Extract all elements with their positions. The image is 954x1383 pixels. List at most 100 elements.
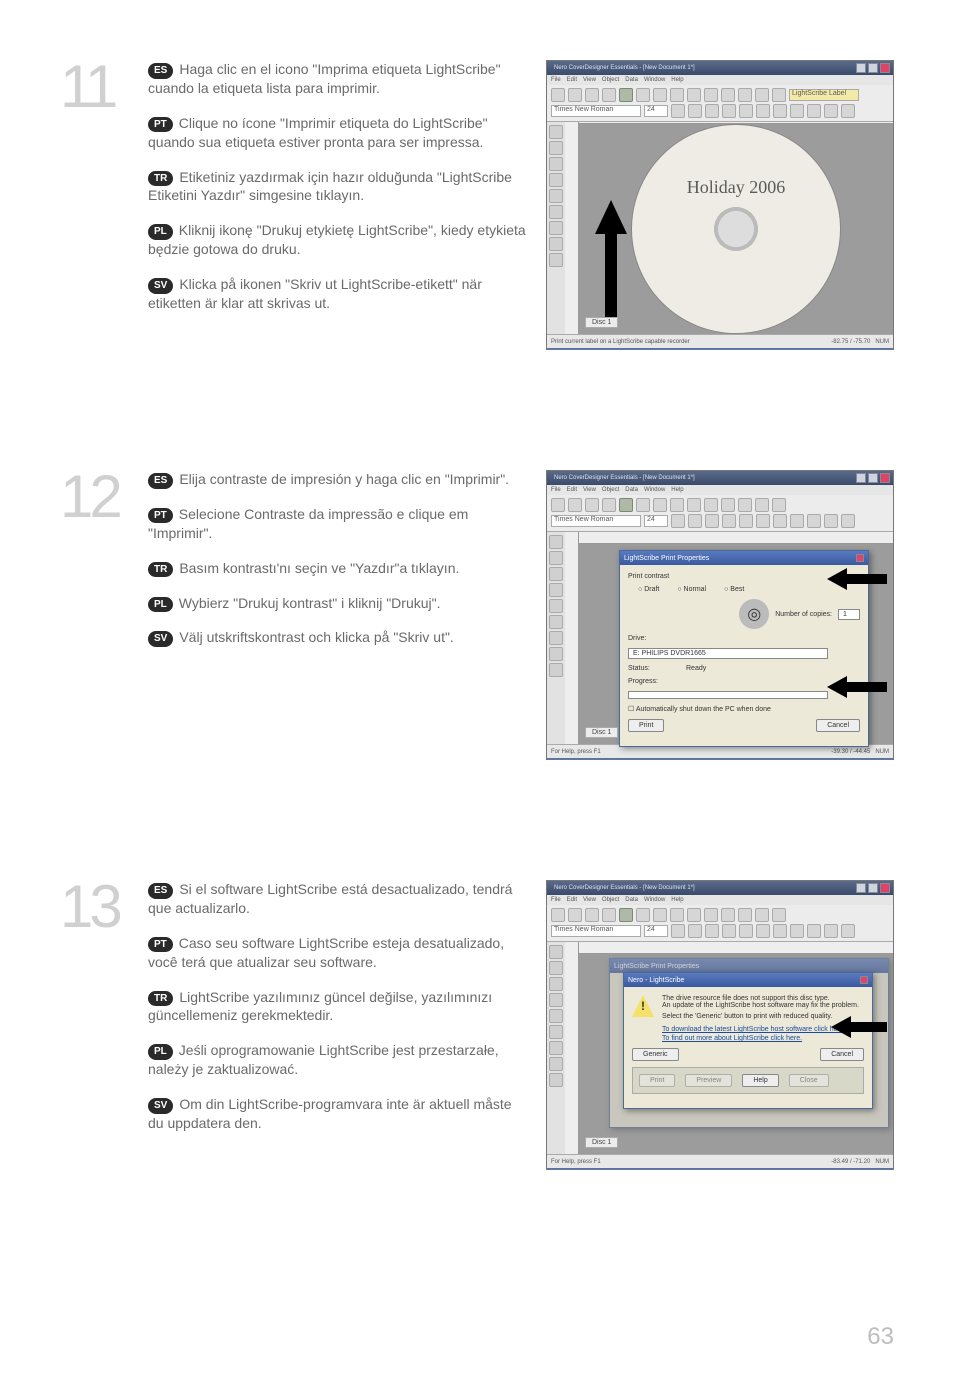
radio-best[interactable]: Best xyxy=(724,586,744,593)
save-icon[interactable] xyxy=(585,498,599,512)
download-link[interactable]: To download the latest LightScribe host … xyxy=(662,1026,846,1033)
tool-icon[interactable] xyxy=(549,631,563,645)
image-tool-icon[interactable] xyxy=(549,615,563,629)
tool-icon[interactable] xyxy=(738,88,752,102)
tool-icon[interactable] xyxy=(636,88,650,102)
tool-icon[interactable] xyxy=(824,104,838,118)
tool-icon[interactable] xyxy=(755,498,769,512)
lightscribe-print-icon[interactable] xyxy=(619,88,633,102)
tool-icon[interactable] xyxy=(549,647,563,661)
tool-icon[interactable] xyxy=(687,908,701,922)
redo-icon[interactable] xyxy=(721,88,735,102)
tool-icon[interactable] xyxy=(549,237,563,251)
menu-item[interactable]: Data xyxy=(625,77,638,83)
tool-icon[interactable] xyxy=(549,551,563,565)
menubar[interactable]: File Edit View Object Data Window Help xyxy=(547,895,893,905)
menu-item[interactable]: Object xyxy=(602,897,619,903)
tool-icon[interactable] xyxy=(549,1041,563,1055)
menu-item[interactable]: View xyxy=(583,487,596,493)
tool-icon[interactable] xyxy=(841,514,855,528)
tool-icon[interactable] xyxy=(568,498,582,512)
undo-icon[interactable] xyxy=(704,908,718,922)
cancel-button[interactable]: Cancel xyxy=(816,719,860,732)
minimize-icon[interactable] xyxy=(856,883,866,893)
tool-icon[interactable] xyxy=(549,1073,563,1087)
menu-item[interactable]: Window xyxy=(644,897,665,903)
tool-icon[interactable] xyxy=(738,498,752,512)
text-tool-icon[interactable] xyxy=(549,599,563,613)
tool-icon[interactable] xyxy=(739,104,753,118)
tool-icon[interactable] xyxy=(841,104,855,118)
ellipse-tool-icon[interactable] xyxy=(549,173,563,187)
tool-icon[interactable] xyxy=(773,924,787,938)
dialog-close-icon[interactable] xyxy=(856,554,864,562)
menu-item[interactable]: Object xyxy=(602,487,619,493)
italic-icon[interactable] xyxy=(688,514,702,528)
rect-tool-icon[interactable] xyxy=(549,157,563,171)
tool-icon[interactable] xyxy=(722,924,736,938)
menu-item[interactable]: Help xyxy=(671,487,683,493)
tool-icon[interactable] xyxy=(807,514,821,528)
close-icon[interactable] xyxy=(880,473,890,483)
more-info-link[interactable]: To find out more about LightScribe click… xyxy=(662,1035,802,1042)
menubar[interactable]: File Edit View Object Data Window Help xyxy=(547,75,893,85)
tool-icon[interactable] xyxy=(687,498,701,512)
font-name-select[interactable]: Times New Roman xyxy=(551,925,641,937)
pointer-tool-icon[interactable] xyxy=(549,535,563,549)
tool-icon[interactable] xyxy=(653,908,667,922)
cut-icon[interactable] xyxy=(670,88,684,102)
menu-item[interactable]: Edit xyxy=(567,77,577,83)
tool-icon[interactable] xyxy=(773,514,787,528)
tool-icon[interactable] xyxy=(549,221,563,235)
tool-icon[interactable] xyxy=(636,908,650,922)
menu-item[interactable]: View xyxy=(583,897,596,903)
font-name-select[interactable]: Times New Roman xyxy=(551,515,641,527)
tool-icon[interactable] xyxy=(756,514,770,528)
tool-icon[interactable] xyxy=(756,104,770,118)
tool-icon[interactable] xyxy=(636,498,650,512)
redo-icon[interactable] xyxy=(721,908,735,922)
tool-icon[interactable] xyxy=(653,498,667,512)
tool-icon[interactable] xyxy=(722,104,736,118)
font-size-select[interactable]: 24 xyxy=(644,925,668,937)
cut-icon[interactable] xyxy=(670,498,684,512)
ellipse-tool-icon[interactable] xyxy=(549,583,563,597)
italic-icon[interactable] xyxy=(688,104,702,118)
menu-item[interactable]: Edit xyxy=(567,897,577,903)
help-button[interactable]: Help xyxy=(742,1074,778,1087)
pointer-tool-icon[interactable] xyxy=(549,945,563,959)
tool-icon[interactable] xyxy=(755,908,769,922)
underline-icon[interactable] xyxy=(705,924,719,938)
help-icon[interactable] xyxy=(772,88,786,102)
tool-icon[interactable] xyxy=(551,88,565,102)
tool-icon[interactable] xyxy=(824,514,838,528)
radio-draft[interactable]: Draft xyxy=(638,586,659,593)
radio-normal[interactable]: Normal xyxy=(677,586,706,593)
disc-tab[interactable]: Disc 1 xyxy=(585,317,618,328)
save-icon[interactable] xyxy=(585,88,599,102)
copies-input[interactable]: 1 xyxy=(838,609,860,620)
tool-icon[interactable] xyxy=(756,924,770,938)
tool-icon[interactable] xyxy=(790,924,804,938)
lightscribe-print-icon[interactable] xyxy=(619,908,633,922)
tool-icon[interactable] xyxy=(551,908,565,922)
canvas-work[interactable]: LightScribe Print Properties Print contr… xyxy=(579,544,893,744)
image-tool-icon[interactable] xyxy=(549,1025,563,1039)
drive-select[interactable]: E: PHILIPS DVDR1665 xyxy=(628,648,828,659)
tool-icon[interactable] xyxy=(773,104,787,118)
tool-icon[interactable] xyxy=(807,924,821,938)
canvas-work[interactable]: Holiday 2006 Disc 1 xyxy=(579,124,893,334)
tool-icon[interactable] xyxy=(602,88,616,102)
menu-item[interactable]: Help xyxy=(671,77,683,83)
redo-icon[interactable] xyxy=(721,498,735,512)
tool-icon[interactable] xyxy=(602,908,616,922)
text-tool-icon[interactable] xyxy=(549,189,563,203)
ellipse-tool-icon[interactable] xyxy=(549,993,563,1007)
italic-icon[interactable] xyxy=(688,924,702,938)
menu-item[interactable]: View xyxy=(583,77,596,83)
tool-icon[interactable] xyxy=(722,514,736,528)
save-icon[interactable] xyxy=(585,908,599,922)
disc-tab[interactable]: Disc 1 xyxy=(585,1137,618,1148)
tool-icon[interactable] xyxy=(602,498,616,512)
tool-icon[interactable] xyxy=(739,514,753,528)
